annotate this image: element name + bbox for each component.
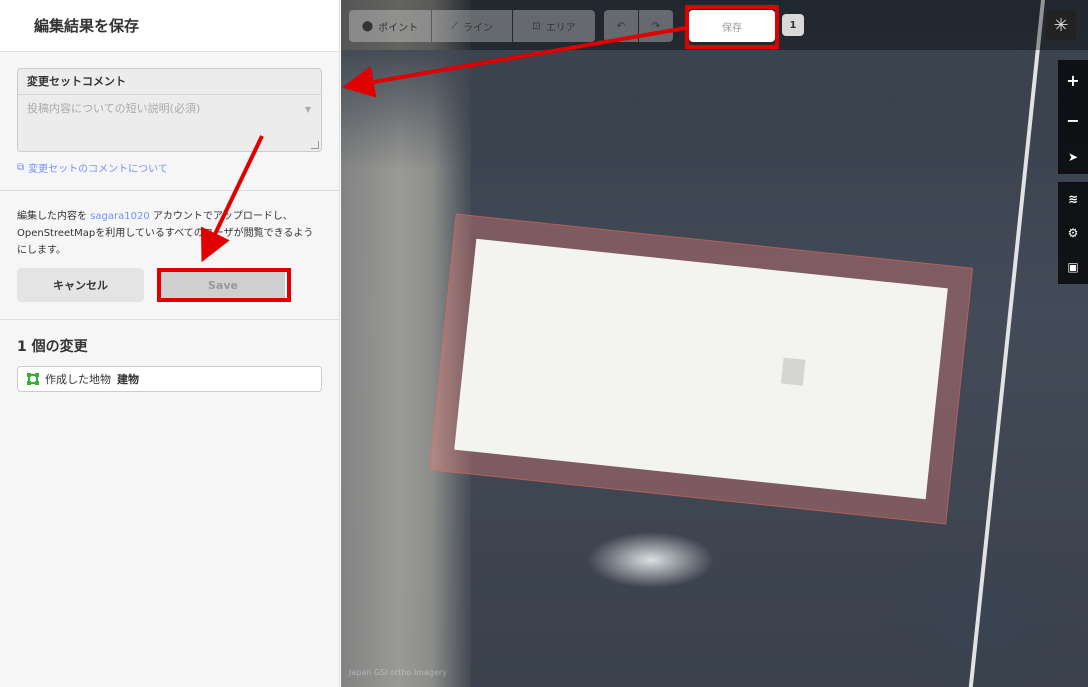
upload-text-before: 編集した内容を — [17, 211, 91, 222]
redo-icon: ↷ — [651, 20, 661, 32]
map-data-button[interactable]: ⚙ — [1058, 216, 1088, 250]
changeset-comment-box: 変更セットコメント ▼ — [17, 68, 322, 152]
imagery-shadow — [341, 50, 1088, 170]
changeset-comment-help-link[interactable]: ⧉ 変更セットのコメントについて — [17, 160, 322, 175]
add-area-button[interactable]: ⊡ エリア — [513, 10, 595, 42]
changeset-comment-help-label: 変更セットのコメントについて — [28, 164, 168, 175]
zoom-in-button[interactable]: + — [1058, 60, 1088, 100]
area-icon — [27, 373, 39, 385]
help-button[interactable]: ▣ — [1058, 250, 1088, 284]
upload-message: 編集した内容を sagara1020 アカウントでアップロードし、OpenStr… — [17, 208, 317, 259]
toolbar-save-label: 保存 — [722, 22, 742, 34]
add-point-label: ポイント — [378, 22, 419, 34]
change-action: 作成した地物 — [45, 373, 111, 386]
undo-button[interactable]: ↶ — [604, 10, 638, 42]
changeset-comment-section: 変更セットコメント ▼ ⧉ 変更セットのコメントについて — [0, 52, 339, 191]
top-toolbar: ⬤ ポイント ⟋ ライン ⊡ エリア ↶ ↷ 保存 1 — [341, 0, 1088, 50]
imagery-attribution: Japan GSI ortho Imagery — [349, 668, 447, 677]
edit-count-badge: 1 — [782, 14, 804, 36]
sidebar-title: 編集結果を保存 — [34, 17, 140, 35]
external-link-icon: ⧉ — [17, 162, 25, 173]
map-view[interactable]: ⬤ ポイント ⟋ ライン ⊡ エリア ↶ ↷ 保存 1 ✳ + − ➤ ≋ ⚙ … — [341, 0, 1088, 687]
add-line-label: ライン — [463, 22, 493, 34]
changeset-comment-label: 変更セットコメント — [18, 69, 321, 95]
username-link[interactable]: sagara1020 — [90, 211, 150, 222]
save-sidebar: 編集結果を保存 変更セットコメント ▼ ⧉ 変更セットのコメントについて 編集し… — [0, 0, 340, 687]
save-button-row: キャンセル Save — [17, 268, 322, 302]
add-line-button[interactable]: ⟋ ライン — [432, 10, 512, 42]
add-area-label: エリア — [545, 22, 576, 34]
redo-button[interactable]: ↷ — [639, 10, 673, 42]
map-pin-icon: ⬤ — [361, 20, 374, 32]
upload-section: 編集した内容を sagara1020 アカウントでアップロードし、OpenStr… — [0, 191, 339, 320]
building-rooftop-detail — [780, 357, 806, 386]
building-area-feature[interactable] — [428, 213, 974, 525]
changeset-comment-input[interactable] — [18, 95, 321, 152]
building-interior — [454, 238, 948, 500]
change-list-item[interactable]: 作成した地物 建物 — [17, 366, 322, 392]
toolbar-save-button[interactable]: 保存 — [689, 10, 775, 42]
add-point-button[interactable]: ⬤ ポイント — [349, 10, 431, 42]
line-icon: ⟋ — [451, 20, 458, 32]
map-controls: + − ➤ ≋ ⚙ ▣ — [1058, 60, 1088, 284]
combo-caret-icon[interactable]: ▼ — [305, 105, 311, 114]
save-button[interactable]: Save — [161, 268, 285, 302]
changes-section: 1 個の変更 作成した地物 建物 — [0, 320, 339, 408]
sidebar-header: 編集結果を保存 — [0, 0, 339, 52]
changes-count-title: 1 個の変更 — [17, 339, 88, 355]
background-layers-button[interactable]: ≋ — [1058, 182, 1088, 216]
controls-gap — [1058, 174, 1088, 182]
undo-icon: ↶ — [616, 20, 626, 32]
resize-grip-icon[interactable] — [311, 141, 319, 149]
loading-spinner-icon: ✳ — [1046, 10, 1076, 40]
change-feature-type: 建物 — [117, 373, 139, 386]
geolocate-button[interactable]: ➤ — [1058, 140, 1088, 174]
zoom-out-button[interactable]: − — [1058, 100, 1088, 140]
cancel-button[interactable]: キャンセル — [17, 268, 144, 302]
area-tool-icon: ⊡ — [532, 20, 541, 32]
